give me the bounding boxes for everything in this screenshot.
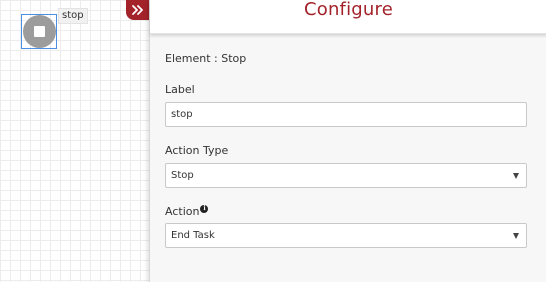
- collapse-panel-button[interactable]: [126, 0, 150, 20]
- stop-square: [34, 26, 45, 37]
- action-type-label: Action Type: [165, 144, 229, 157]
- panel-title: Configure: [303, 0, 394, 20]
- chevron-down-icon: [513, 232, 519, 239]
- configure-panel: Configure Element : Stop Label stop Acti…: [149, 0, 546, 282]
- label-input-value: stop: [171, 109, 193, 120]
- chevron-down-icon: [513, 172, 519, 179]
- action-label: Action: [165, 205, 200, 218]
- action-select[interactable]: End Task: [165, 223, 527, 248]
- stop-icon: [23, 15, 56, 48]
- double-chevron-right-icon: [132, 5, 143, 15]
- label-input[interactable]: stop: [165, 102, 527, 127]
- label-field-label: Label: [165, 83, 195, 96]
- element-type-text: Element : Stop: [165, 52, 247, 65]
- action-value: End Task: [171, 230, 215, 241]
- action-type-select[interactable]: Stop: [165, 163, 527, 188]
- panel-header: Configure: [150, 0, 546, 34]
- node-label[interactable]: stop: [58, 8, 88, 24]
- info-icon[interactable]: i: [200, 205, 209, 213]
- action-type-value: Stop: [171, 170, 194, 181]
- stop-node[interactable]: [21, 14, 57, 49]
- action-label-row: Action i: [165, 205, 209, 218]
